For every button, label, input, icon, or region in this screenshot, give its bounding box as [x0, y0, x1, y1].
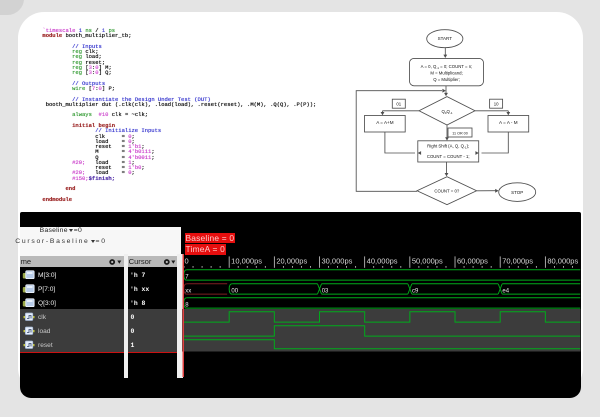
svg-text:xx: xx — [185, 288, 191, 294]
svg-text:20,000ps: 20,000ps — [276, 256, 307, 265]
svg-text:00: 00 — [231, 288, 238, 294]
svg-text:70,000ps: 70,000ps — [502, 256, 533, 265]
svg-text:03: 03 — [322, 288, 329, 294]
svg-text:10,000ps: 10,000ps — [231, 256, 262, 265]
svg-text:50,000ps: 50,000ps — [412, 256, 443, 265]
svg-text:7: 7 — [185, 274, 189, 280]
svg-text:40,000ps: 40,000ps — [367, 256, 398, 265]
svg-text:30,000ps: 30,000ps — [322, 256, 353, 265]
svg-text:c9: c9 — [412, 288, 419, 294]
svg-text:80,000ps: 80,000ps — [547, 256, 578, 265]
svg-text:0: 0 — [185, 256, 189, 265]
svg-text:8: 8 — [185, 302, 189, 308]
svg-text:60,000ps: 60,000ps — [457, 256, 488, 265]
svg-text:e4: e4 — [502, 288, 509, 294]
